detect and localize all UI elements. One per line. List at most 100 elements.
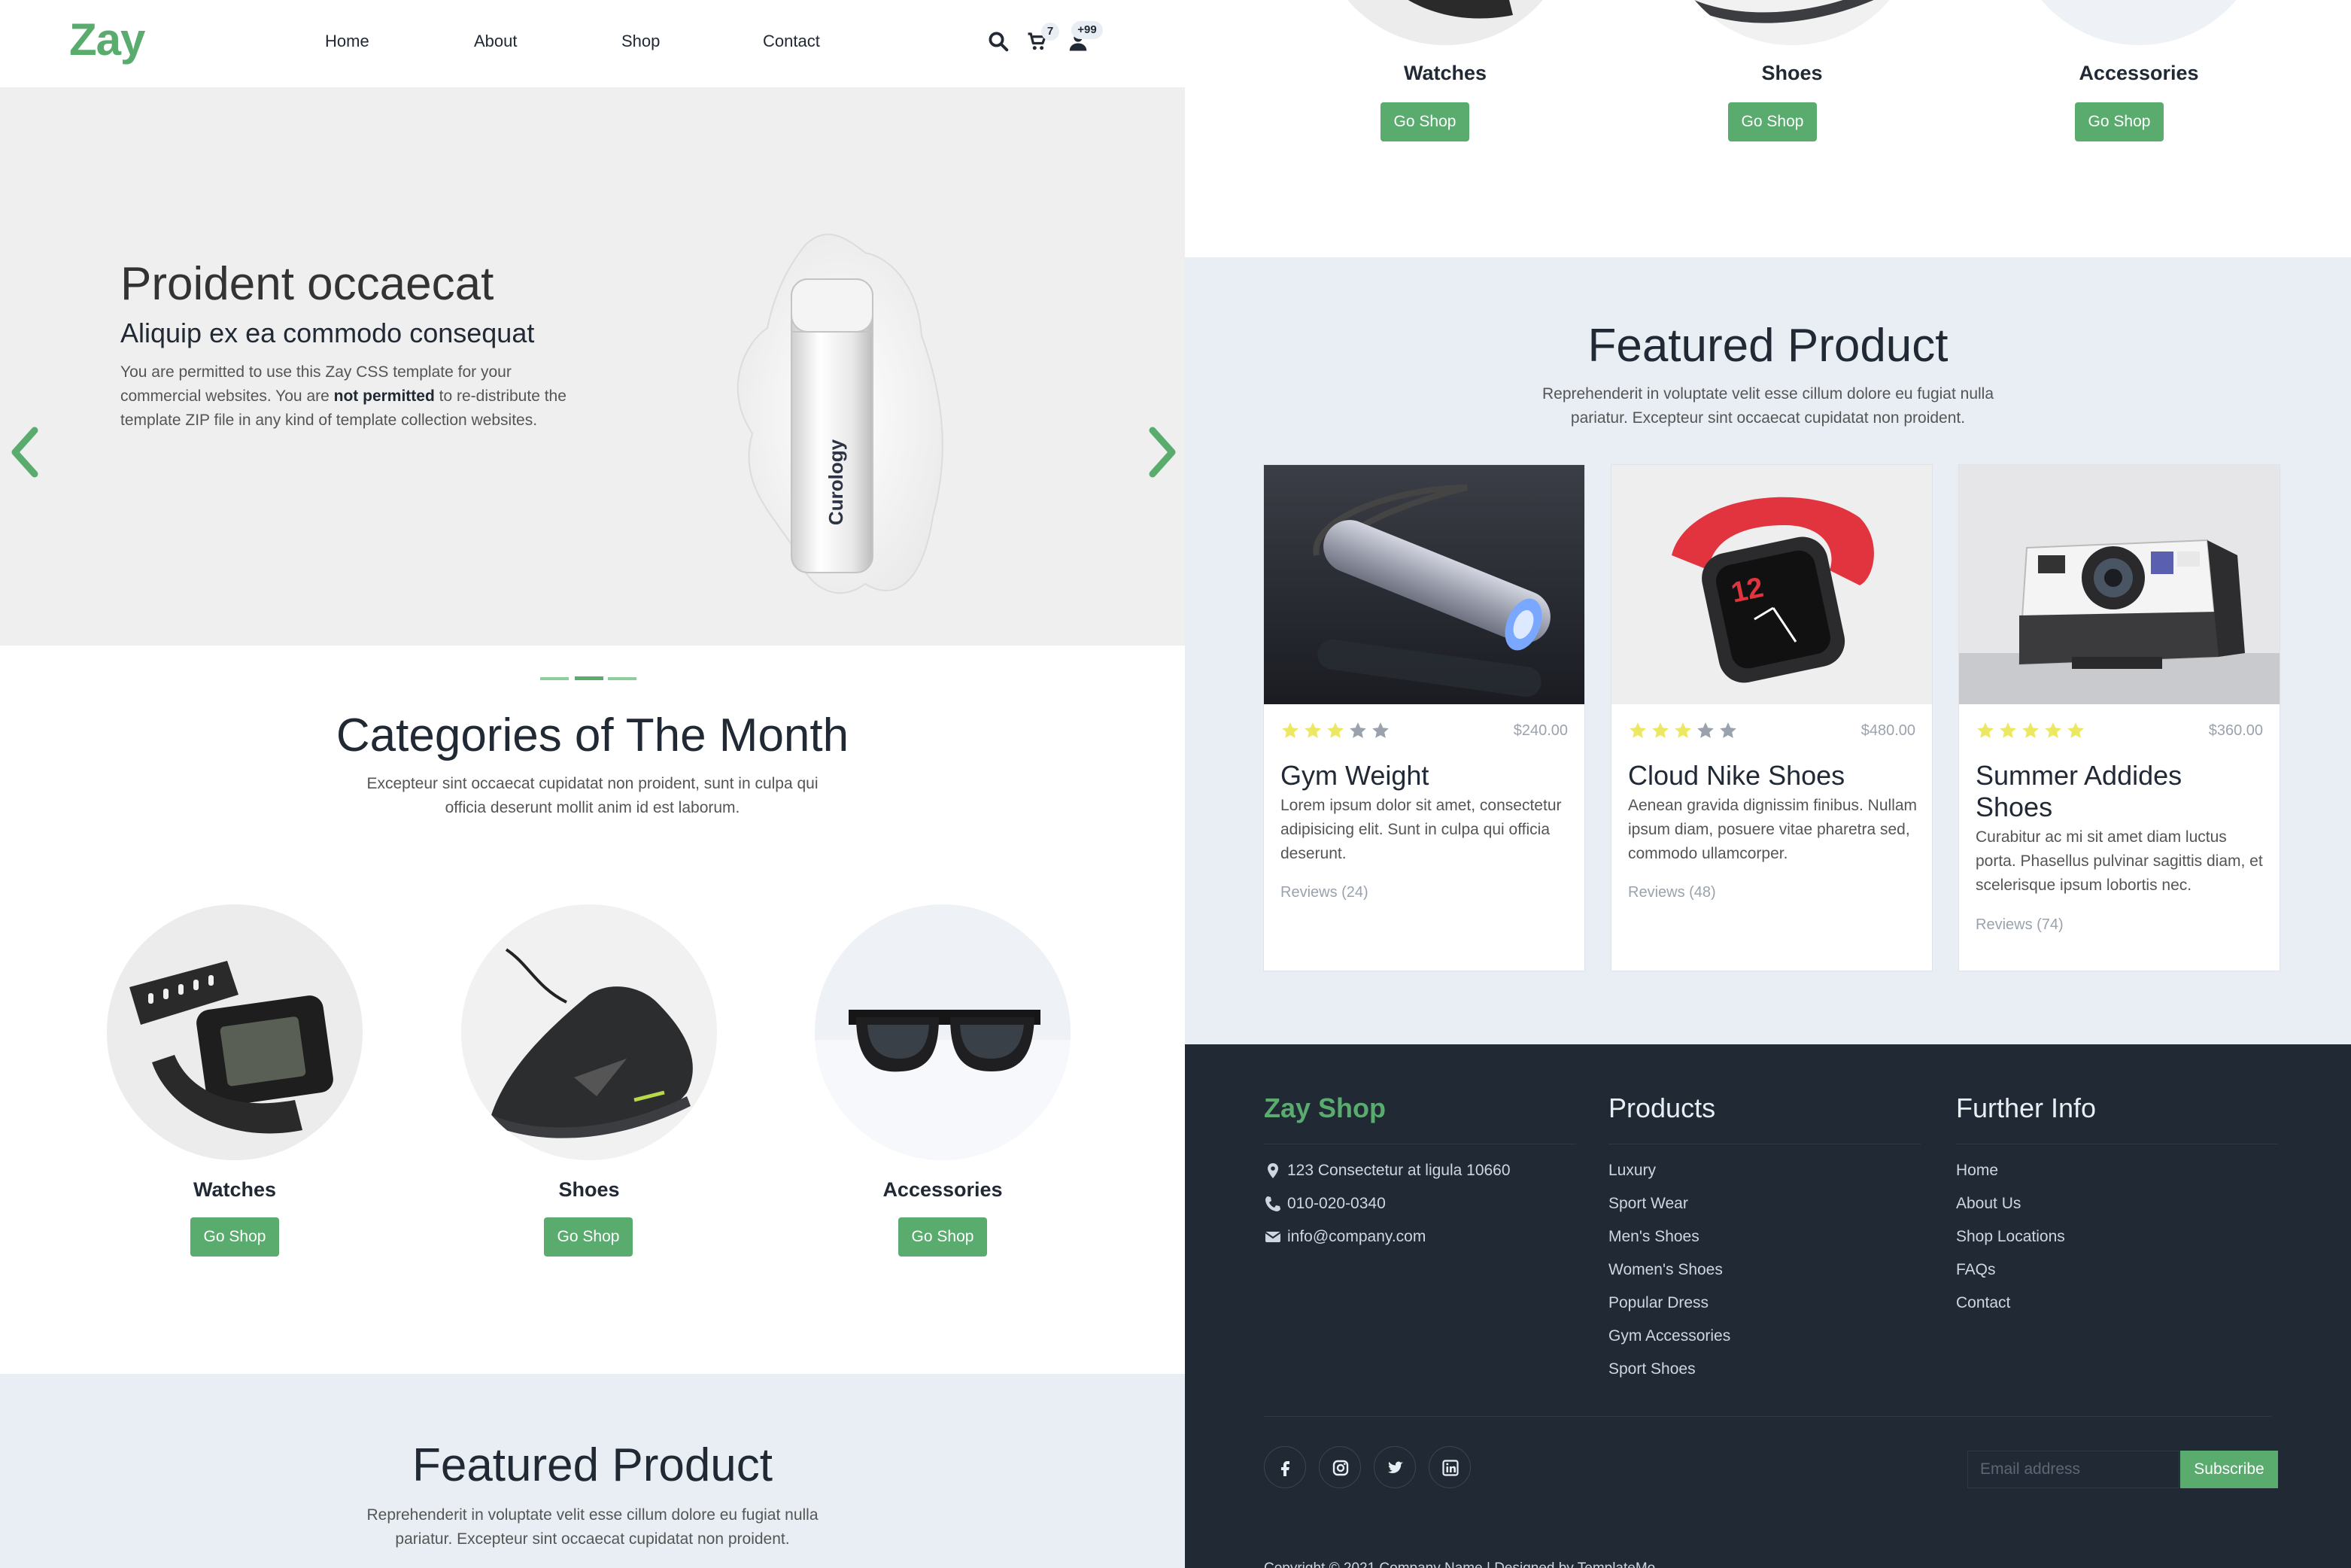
category-image-watches[interactable] [107, 904, 363, 1160]
product-image-gym-weight[interactable] [1264, 465, 1584, 704]
svg-text:Curology: Curology [825, 439, 847, 525]
footer-info-link-about-us[interactable]: About Us [1956, 1195, 2021, 1213]
category-name-shoes: Shoes [558, 1178, 620, 1201]
star-icon [2067, 722, 2084, 738]
category-go-shop-button-shoes-top[interactable]: Go Shop [1728, 102, 1817, 141]
category-name-watches: Watches [193, 1178, 277, 1201]
featured-section-left: Featured Product Reprehenderit in volupt… [0, 1374, 1185, 1568]
product-image-summer-addides-shoes[interactable] [1959, 465, 2280, 704]
newsletter-email-input[interactable] [1967, 1451, 2179, 1488]
product-reviews-summer-addides-shoes: Reviews (74) [1976, 916, 2064, 933]
category-go-shop-button-watches-top[interactable]: Go Shop [1381, 102, 1469, 141]
category-image-watches-top[interactable] [1317, 0, 1573, 45]
top-navbar: Zay Home About Shop Contact 7 +99 [0, 0, 1185, 87]
category-name-watches-top: Watches [1403, 62, 1487, 84]
footer-divider [1264, 1416, 2272, 1417]
product-card-gym-weight[interactable]: $240.00 Gym Weight Lorem ipsum dolor sit… [1263, 464, 1585, 971]
product-description-gym-weight: Lorem ipsum dolor sit amet, consectetur … [1280, 797, 1562, 862]
product-title-gym-weight[interactable]: Gym Weight [1280, 760, 1566, 792]
product-reviews-cloud-nike-shoes: Reviews (48) [1628, 884, 1716, 901]
featured-title: Featured Product [1587, 320, 1949, 372]
product-price-gym-weight: $240.00 [1513, 722, 1568, 739]
linkedin-link[interactable] [1429, 1446, 1471, 1488]
product-card-summer-addides-shoes[interactable]: $360.00 Summer Addides Shoes Curabitur a… [1958, 464, 2280, 971]
star-icon [1282, 722, 1299, 738]
instagram-link[interactable] [1319, 1446, 1361, 1488]
search-icon[interactable] [987, 30, 1010, 53]
star-icon [1305, 722, 1321, 738]
star-icon [2000, 722, 2016, 738]
featured-description: Reprehenderit in voluptate velit esse ci… [1542, 385, 1994, 427]
cart-count-badge: 7 [1041, 23, 1059, 41]
star-icon [1327, 722, 1344, 738]
category-go-shop-button-accessories-top[interactable]: Go Shop [2075, 102, 2164, 141]
star-icon [1372, 722, 1389, 738]
nav-about-link[interactable]: About [474, 32, 518, 51]
hero-product-image: Curology [737, 233, 943, 594]
footer-product-link-popular-dress[interactable]: Popular Dress [1608, 1294, 1709, 1312]
category-image-shoes[interactable] [461, 904, 717, 1160]
nav-home-link[interactable]: Home [325, 32, 369, 51]
footer-product-link-womens-shoes[interactable]: Women's Shoes [1608, 1261, 1723, 1279]
category-go-shop-button-watches[interactable]: Go Shop [190, 1217, 279, 1257]
footer-copyright: Copyright © 2021 Company Name | Designed… [1264, 1560, 1655, 1568]
footer: Zay Shop 123 Consectetur at ligula 10660… [1185, 1044, 2351, 1568]
star-icon [1977, 722, 1994, 738]
product-description-summer-addides-shoes: Curabitur ac mi sit amet diam luctus por… [1976, 828, 2263, 894]
product-price-summer-addides-shoes: $360.00 [2208, 722, 2263, 739]
category-go-shop-button-shoes[interactable]: Go Shop [544, 1217, 633, 1257]
product-card-cloud-nike-shoes[interactable]: 12 $480.00 Cloud Nike Shoes Aenean gravi… [1611, 464, 1933, 971]
footer-phone-link[interactable]: 010-020-0340 [1287, 1195, 1386, 1213]
footer-product-link-gym-accessories[interactable]: Gym Accessories [1608, 1327, 1730, 1345]
footer-info-link-faqs[interactable]: FAQs [1956, 1261, 1996, 1279]
category-image-accessories-top[interactable] [2011, 0, 2267, 45]
star-icon [2022, 722, 2039, 738]
hero-description: You are permitted to use this Zay CSS te… [120, 363, 566, 429]
nav-shop-link[interactable]: Shop [621, 32, 660, 51]
category-image-accessories[interactable] [815, 904, 1071, 1160]
star-icon [1630, 722, 1646, 738]
footer-email-link[interactable]: info@company.com [1287, 1228, 1426, 1246]
carousel-indicator-1[interactable] [540, 677, 569, 680]
footer-product-link-luxury[interactable]: Luxury [1608, 1162, 1656, 1180]
carousel-prev-arrow-icon[interactable] [5, 418, 50, 486]
site-logo[interactable]: Zay [69, 14, 145, 65]
star-icon [1720, 722, 1736, 738]
footer-product-link-mens-shoes[interactable]: Men's Shoes [1608, 1228, 1699, 1246]
categories-description: Excepteur sint occaecat cupidatat non pr… [366, 775, 819, 816]
footer-address: 123 Consectetur at ligula 10660 [1287, 1162, 1511, 1179]
user-count-badge: +99 [1071, 21, 1103, 39]
product-title-summer-addides-shoes[interactable]: Summer Addides Shoes [1976, 760, 2261, 823]
footer-product-link-sport-wear[interactable]: Sport Wear [1608, 1195, 1688, 1213]
carousel-indicator-3[interactable] [608, 677, 636, 680]
linkedin-icon [1442, 1460, 1459, 1476]
footer-info-link-contact[interactable]: Contact [1956, 1294, 2010, 1312]
star-icon [2045, 722, 2061, 738]
star-icon [1350, 722, 1366, 738]
categories-title: Categories of The Month [336, 710, 849, 761]
featured-title-left: Featured Product [412, 1439, 773, 1491]
footer-info-link-shop-locations[interactable]: Shop Locations [1956, 1228, 2065, 1246]
svg-text:12: 12 [1729, 572, 1766, 609]
category-image-shoes-top[interactable] [1664, 0, 1920, 45]
twitter-link[interactable] [1374, 1446, 1416, 1488]
carousel-next-arrow-icon[interactable] [1138, 418, 1183, 486]
footer-info-link-home[interactable]: Home [1956, 1162, 1998, 1180]
facebook-link[interactable] [1264, 1446, 1306, 1488]
category-name-accessories-top: Accessories [2079, 62, 2199, 84]
hero-title: Proident occaecat [120, 258, 494, 310]
category-name-shoes-top: Shoes [1761, 62, 1823, 84]
star-icon [1675, 722, 1691, 738]
footer-brand-heading: Zay Shop [1264, 1092, 1387, 1123]
product-reviews-gym-weight: Reviews (24) [1280, 884, 1368, 901]
category-go-shop-button-accessories[interactable]: Go Shop [898, 1217, 987, 1257]
product-title-cloud-nike-shoes[interactable]: Cloud Nike Shoes [1628, 760, 1914, 792]
product-image-cloud-nike-shoes[interactable]: 12 [1611, 465, 1932, 704]
twitter-icon [1388, 1461, 1403, 1473]
carousel-indicator-2[interactable] [575, 676, 603, 680]
product-price-cloud-nike-shoes: $480.00 [1860, 722, 1915, 739]
subscribe-button[interactable]: Subscribe [2180, 1451, 2278, 1488]
nav-contact-link[interactable]: Contact [763, 32, 820, 51]
footer-product-link-sport-shoes[interactable]: Sport Shoes [1608, 1360, 1696, 1378]
left-page-panel: Zay Home About Shop Contact 7 +99 Curolo… [0, 0, 1185, 1568]
